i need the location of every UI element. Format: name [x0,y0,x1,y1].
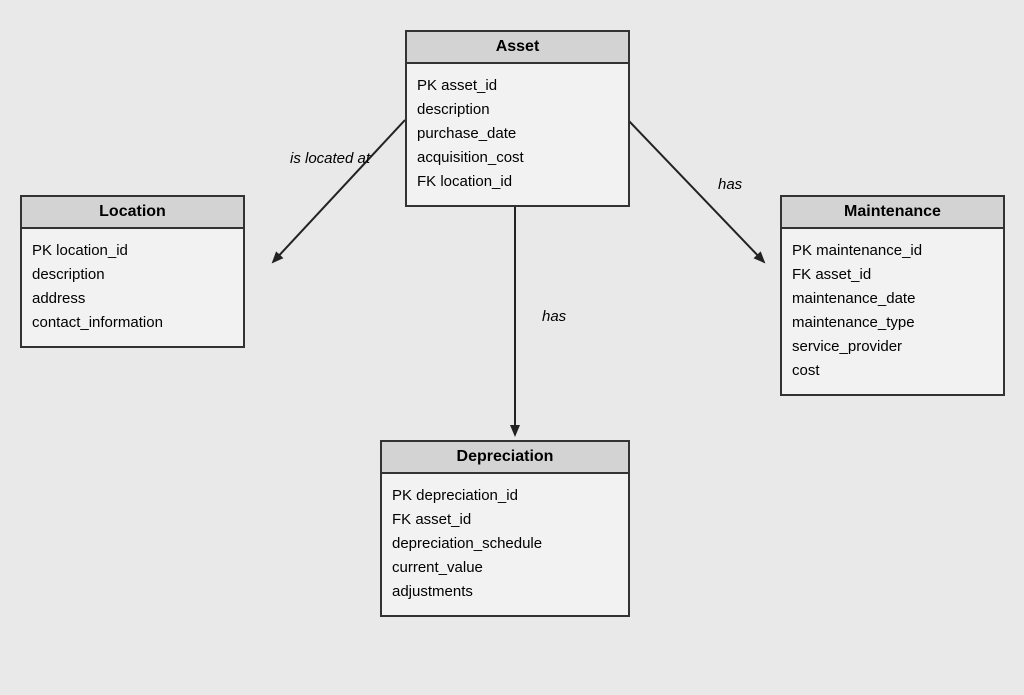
rel-label-asset-depreciation: has [542,308,566,325]
entity-location-attr: PK location_id [32,240,233,261]
entity-asset-attr: acquisition_cost [417,147,618,168]
entity-asset: Asset PK asset_id description purchase_d… [405,30,630,207]
edge-asset-maintenance [628,120,764,262]
rel-label-asset-location: is located at [290,150,370,167]
er-diagram-canvas: is located at has has Asset PK asset_id … [0,0,1024,695]
edge-asset-location [273,120,405,262]
entity-location-attr: address [32,288,233,309]
entity-asset-title: Asset [407,32,628,64]
entity-location-body: PK location_id description address conta… [22,229,243,346]
entity-depreciation-attr: FK asset_id [392,509,618,530]
entity-depreciation-body: PK depreciation_id FK asset_id depreciat… [382,474,628,615]
entity-maintenance-attr: FK asset_id [792,264,993,285]
entity-depreciation: Depreciation PK depreciation_id FK asset… [380,440,630,617]
entity-maintenance-body: PK maintenance_id FK asset_id maintenanc… [782,229,1003,394]
entity-asset-attr: FK location_id [417,171,618,192]
entity-maintenance-attr: maintenance_date [792,288,993,309]
entity-maintenance-attr: service_provider [792,336,993,357]
entity-depreciation-attr: depreciation_schedule [392,533,618,554]
entity-depreciation-attr: adjustments [392,581,618,602]
entity-maintenance-title: Maintenance [782,197,1003,229]
entity-asset-attr: description [417,99,618,120]
entity-asset-attr: purchase_date [417,123,618,144]
entity-maintenance: Maintenance PK maintenance_id FK asset_i… [780,195,1005,396]
entity-asset-body: PK asset_id description purchase_date ac… [407,64,628,205]
entity-maintenance-attr: maintenance_type [792,312,993,333]
entity-asset-attr: PK asset_id [417,75,618,96]
entity-location-attr: contact_information [32,312,233,333]
entity-depreciation-attr: PK depreciation_id [392,485,618,506]
entity-location: Location PK location_id description addr… [20,195,245,348]
entity-location-title: Location [22,197,243,229]
entity-maintenance-attr: cost [792,360,993,381]
entity-location-attr: description [32,264,233,285]
entity-maintenance-attr: PK maintenance_id [792,240,993,261]
rel-label-asset-maintenance: has [718,176,742,193]
entity-depreciation-title: Depreciation [382,442,628,474]
entity-depreciation-attr: current_value [392,557,618,578]
